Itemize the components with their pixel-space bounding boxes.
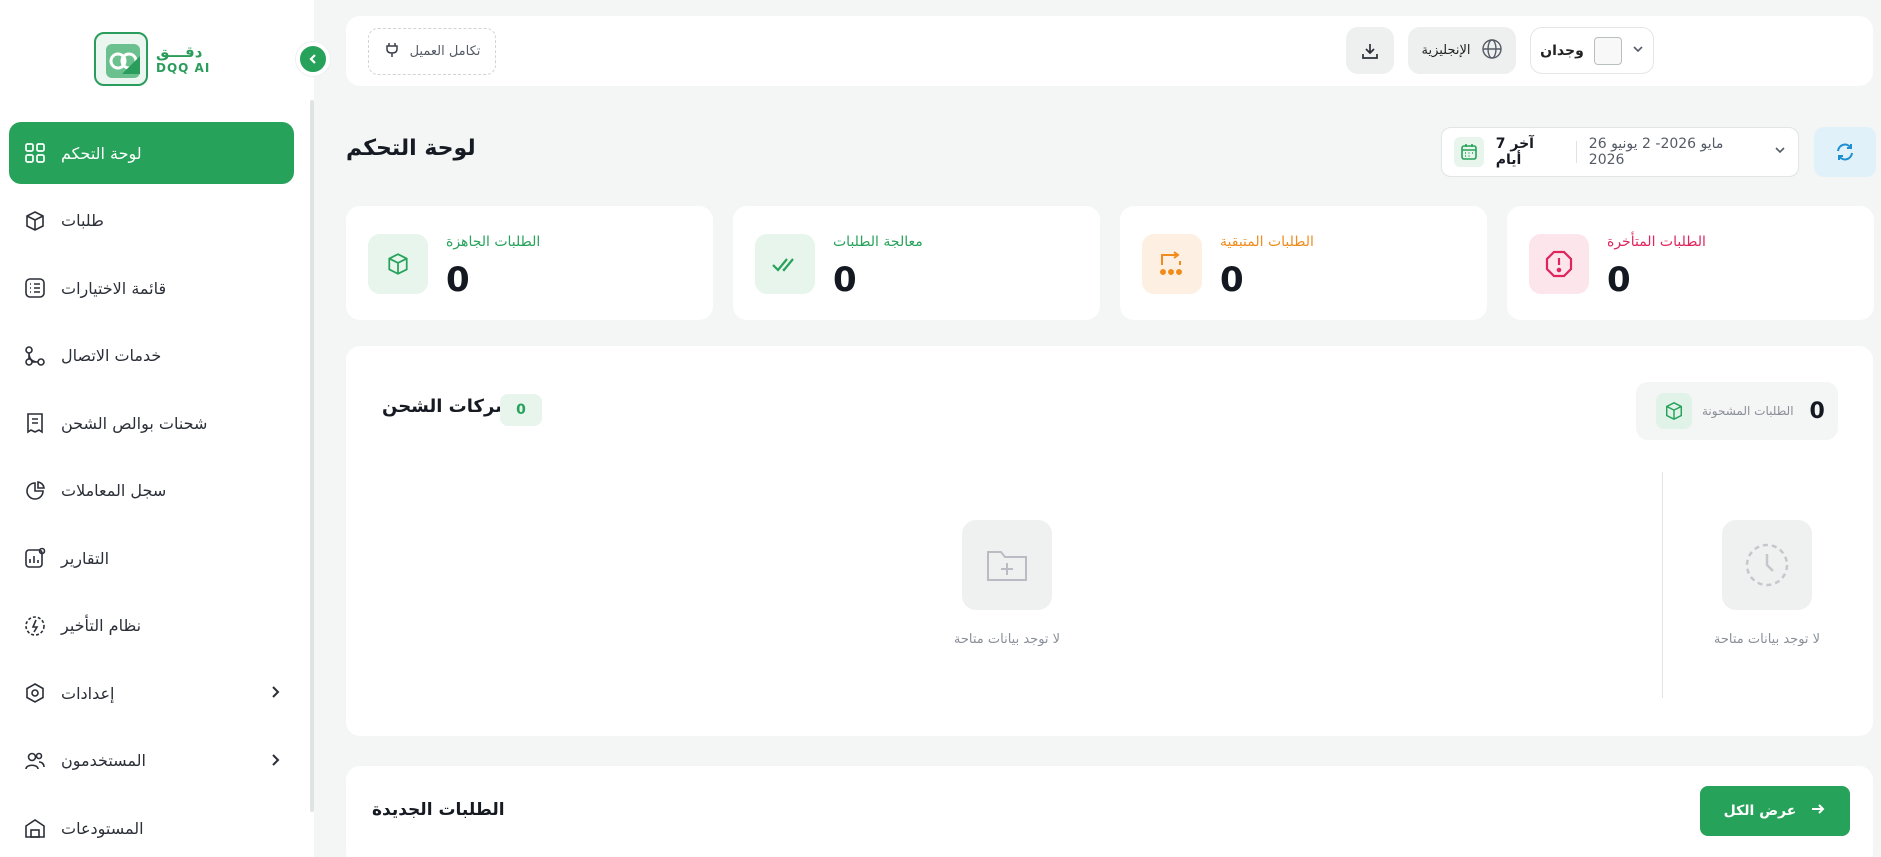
shipping-companies-panel: شركات الشحن 0 الطلبات المشحونة 0 لا توجد… — [346, 346, 1873, 736]
box-icon — [1656, 393, 1692, 429]
sidebar-item-dashboard[interactable]: لوحة التحكم — [9, 122, 294, 184]
divider — [1662, 472, 1663, 698]
refresh-button[interactable] — [1814, 127, 1876, 177]
shipping-count-badge: 0 — [500, 394, 542, 426]
sidebar-item-reports[interactable]: التقارير — [9, 527, 294, 589]
sidebar-item-orders[interactable]: طلبات — [9, 190, 294, 252]
sidebar-item-transactions[interactable]: سجل المعاملات — [9, 460, 294, 522]
refresh-icon — [1837, 143, 1853, 161]
new-orders-panel: الطلبات الجديدة عرض الكل — [346, 766, 1873, 857]
date-range-picker[interactable]: آخر 7 أيام 26 مايو 2026- 2 يونيو 2026 — [1441, 127, 1799, 177]
customer-integration-label: تكامل العميل — [409, 44, 481, 59]
receipt-icon — [23, 411, 47, 435]
connection-icon — [23, 344, 47, 368]
empty-clock-icon — [1722, 520, 1812, 610]
brand-logo[interactable]: دقـــق DQQ AI — [94, 30, 214, 88]
collapse-sidebar-button[interactable] — [296, 42, 330, 76]
stat-label: معالجة الطلبات — [833, 234, 923, 250]
brand-name-en: DQQ AI — [156, 61, 211, 75]
brand-name-ar: دقـــق — [156, 43, 203, 61]
customer-integration-button[interactable]: تكامل العميل — [368, 28, 496, 75]
report-icon — [23, 546, 47, 570]
download-icon — [1362, 43, 1378, 59]
page-title: لوحة التحكم — [346, 136, 476, 161]
sidebar-item-picklist[interactable]: قائمة الاختيارات — [9, 257, 294, 319]
user-name: وجدان — [1540, 42, 1584, 59]
stat-card-remaining-orders[interactable]: الطلبات المتبقية 0 — [1120, 206, 1487, 320]
avatar — [1593, 36, 1622, 65]
warehouse-icon — [23, 816, 47, 840]
stat-value: 0 — [446, 260, 470, 300]
sidebar-nav: لوحة التحكم طلبات قائمة الاختيارات خدمات… — [9, 122, 294, 857]
box-icon — [23, 209, 47, 233]
sidebar-item-label: المستودعات — [61, 818, 144, 838]
pie-chart-icon — [23, 479, 47, 503]
sidebar-item-label: قائمة الاختيارات — [61, 278, 167, 298]
chevron-down-icon — [1632, 43, 1644, 59]
shipping-companies-title: شركات الشحن — [382, 396, 513, 417]
empty-folder-icon — [962, 520, 1052, 610]
stat-card-ready-orders[interactable]: الطلبات الجاهزة 0 — [346, 206, 713, 320]
sidebar-item-label: سجل المعاملات — [61, 481, 167, 500]
sidebar-item-warehouses[interactable]: المستودعات — [9, 797, 294, 857]
date-range-label: 26 مايو 2026- 2 يونيو 2026 — [1588, 136, 1724, 168]
box-icon — [368, 234, 428, 294]
sidebar-item-label: المستخدمون — [61, 751, 146, 770]
users-icon — [23, 749, 47, 773]
chevron-left-icon — [309, 54, 316, 64]
empty-state-text: لا توجد بيانات متاحة — [1713, 632, 1821, 647]
stat-value: 0 — [1220, 260, 1244, 300]
remaining-icon — [1142, 234, 1202, 294]
plug-icon — [384, 42, 400, 62]
compass-icon — [23, 614, 47, 638]
stat-card-late-orders[interactable]: الطلبات المتأخرة 0 — [1507, 206, 1874, 320]
new-orders-title: الطلبات الجديدة — [372, 800, 505, 820]
globe-icon — [1481, 38, 1503, 64]
shipped-orders-label: الطلبات المشحونة — [1702, 404, 1794, 418]
shipped-orders-value: 0 — [1809, 398, 1825, 424]
sidebar-item-users[interactable]: المستخدمون — [9, 730, 294, 792]
settings-icon — [23, 681, 47, 705]
alert-octagon-icon — [1529, 234, 1589, 294]
download-button[interactable] — [1346, 27, 1394, 74]
language-label: الإنجليزية — [1421, 43, 1471, 58]
checklist-icon — [23, 276, 47, 300]
sidebar-item-connections[interactable]: خدمات الاتصال — [9, 325, 294, 387]
sidebar-item-label: شحنات بوالص الشحن — [61, 413, 208, 433]
sidebar-item-label: طلبات — [61, 211, 104, 230]
arrow-right-icon — [1810, 801, 1826, 821]
chevron-right-icon[interactable] — [268, 752, 282, 771]
stat-value: 0 — [1607, 260, 1631, 300]
stat-value: 0 — [833, 260, 857, 300]
shipped-orders-chip: الطلبات المشحونة 0 — [1636, 382, 1838, 440]
stat-label: الطلبات المتأخرة — [1607, 234, 1706, 250]
dashboard-grid-icon — [23, 141, 47, 165]
sidebar-scrollbar[interactable] — [310, 100, 314, 812]
sidebar-item-shipments[interactable]: شحنات بوالص الشحن — [9, 392, 294, 454]
chevron-down-icon — [1774, 144, 1786, 160]
view-all-button[interactable]: عرض الكل — [1700, 786, 1850, 836]
sidebar-item-delay-system[interactable]: نظام التأخير — [9, 595, 294, 657]
divider — [1575, 141, 1577, 163]
date-preset-label: آخر 7 أيام — [1495, 136, 1534, 168]
sidebar-item-settings[interactable]: إعدادات — [9, 662, 294, 724]
chevron-right-icon[interactable] — [268, 684, 282, 703]
sidebar-item-label: نظام التأخير — [61, 616, 142, 635]
sidebar-item-label: التقارير — [61, 548, 110, 568]
calendar-icon — [1454, 137, 1484, 167]
sidebar: دقـــق DQQ AI لوحة التحكم طلبات قائمة ال… — [0, 0, 314, 857]
top-bar: تكامل العميل الإنجليزية وجدان — [346, 16, 1873, 86]
logo-mark-icon — [94, 32, 148, 86]
stat-card-processing-orders[interactable]: معالجة الطلبات 0 — [733, 206, 1100, 320]
sidebar-item-label: إعدادات — [61, 683, 115, 703]
user-menu-button[interactable]: وجدان — [1530, 27, 1654, 74]
empty-state-text: لا توجد بيانات متاحة — [953, 632, 1061, 647]
stat-label: الطلبات الجاهزة — [446, 234, 541, 250]
stat-label: الطلبات المتبقية — [1220, 234, 1314, 250]
double-check-icon — [755, 234, 815, 294]
language-button[interactable]: الإنجليزية — [1408, 27, 1516, 74]
view-all-label: عرض الكل — [1723, 803, 1797, 819]
sidebar-item-label: خدمات الاتصال — [61, 346, 162, 365]
sidebar-item-label: لوحة التحكم — [61, 143, 142, 163]
